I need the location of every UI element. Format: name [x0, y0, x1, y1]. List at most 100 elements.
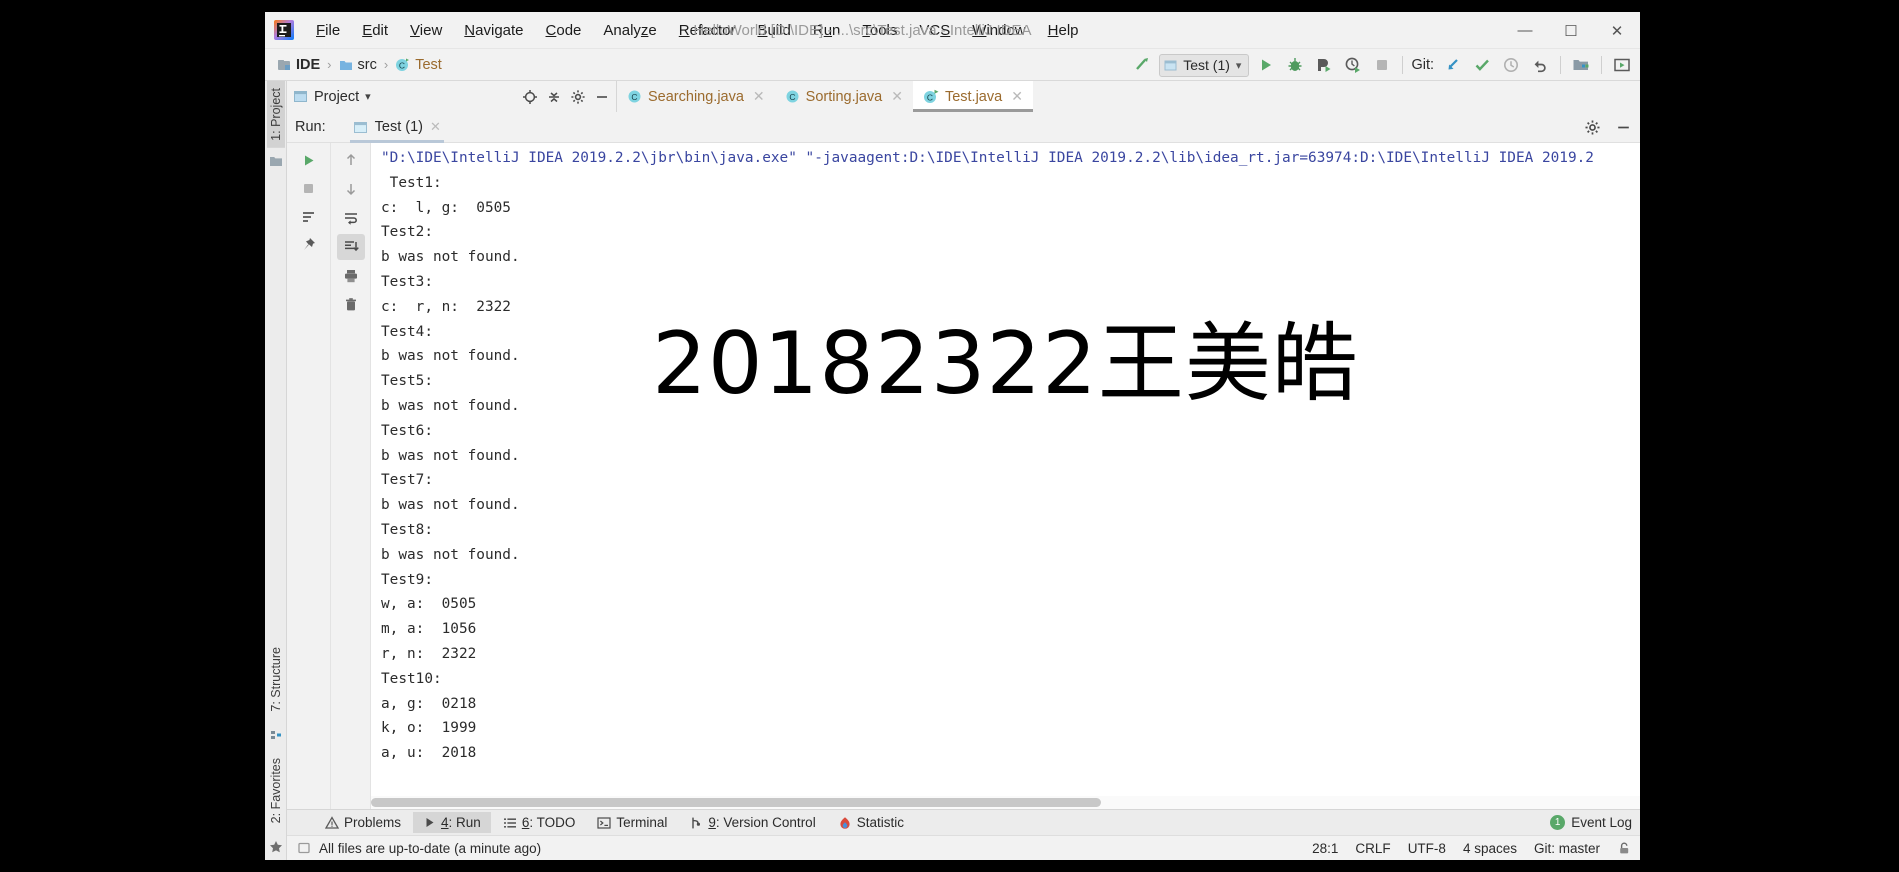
screen-root: File Edit View Navigate Code Analyze Ref… — [0, 0, 1899, 872]
editor-tab-test[interactable]: C Test.java ✕ — [912, 81, 1033, 112]
maximize-button[interactable]: ☐ — [1548, 12, 1594, 49]
close-icon[interactable]: ✕ — [430, 119, 441, 135]
content-column: Project ▾ C Searching.java ✕ C Sorting.j… — [287, 81, 1640, 860]
scroll-down-icon[interactable] — [337, 176, 365, 202]
toolbar-divider-2 — [1560, 56, 1561, 74]
breadcrumb-item-folder[interactable]: src — [335, 55, 381, 75]
project-files-icon[interactable] — [269, 154, 283, 168]
bottom-tab-label: Problems — [344, 815, 402, 830]
bottom-tab-todo[interactable]: 6: TODO — [493, 812, 586, 833]
git-branch[interactable]: Git: master — [1534, 841, 1600, 856]
menu-tools[interactable]: Tools — [851, 18, 908, 43]
menu-analyze[interactable]: Analyze — [592, 18, 667, 43]
rerun-icon[interactable] — [295, 147, 323, 173]
statistic-icon — [838, 816, 852, 830]
menu-refactor[interactable]: Refactor — [668, 18, 747, 43]
bottom-tab-statistic[interactable]: Statistic — [828, 812, 914, 833]
sidebar-item-structure[interactable]: 7: Structure — [267, 640, 285, 719]
run-tab-test[interactable]: Test (1) ✕ — [344, 112, 450, 143]
project-window-icon — [293, 89, 308, 104]
console-horizontal-scrollbar[interactable] — [371, 798, 1101, 807]
menu-help[interactable]: Help — [1037, 18, 1090, 43]
caret-position[interactable]: 28:1 — [1312, 841, 1338, 856]
pin-icon[interactable] — [295, 231, 323, 257]
close-icon[interactable]: ✕ — [891, 88, 903, 105]
hide-window-icon[interactable] — [594, 89, 610, 105]
run-tool-window-header: Run: Test (1) ✕ — [287, 112, 1640, 143]
close-icon[interactable]: ✕ — [1011, 88, 1023, 105]
tool-window-header-row: Project ▾ C Searching.java ✕ C Sorting.j… — [287, 81, 1640, 112]
filter-icon[interactable] — [295, 203, 323, 229]
breadcrumb-separator-1: › — [327, 57, 332, 72]
clear-all-icon[interactable] — [337, 292, 365, 318]
run-configuration-selector[interactable]: Test (1) ▾ — [1159, 53, 1250, 77]
project-structure-icon[interactable] — [1569, 53, 1593, 77]
editor-tab-sorting[interactable]: C Sorting.java ✕ — [775, 81, 913, 112]
run-with-coverage-icon[interactable] — [1312, 53, 1336, 77]
profiler-icon[interactable] — [1341, 53, 1365, 77]
editor-tab-searching[interactable]: C Searching.java ✕ — [617, 81, 775, 112]
menu-edit[interactable]: Edit — [351, 18, 399, 43]
sidebar-item-structure-label: 7: Structure — [268, 647, 283, 712]
close-icon[interactable]: ✕ — [753, 88, 765, 105]
bottom-tab-version-control[interactable]: 9: Version Control — [679, 812, 825, 833]
stop-icon[interactable] — [295, 175, 323, 201]
menu-run[interactable]: Run — [802, 18, 852, 43]
bottom-tab-problems[interactable]: Problems — [315, 812, 411, 833]
stop-icon[interactable] — [1370, 53, 1394, 77]
terminal-icon — [597, 816, 611, 830]
menu-view[interactable]: View — [399, 18, 453, 43]
make-project-icon[interactable] — [1130, 53, 1154, 77]
lock-icon[interactable] — [1617, 841, 1632, 856]
git-update-icon[interactable] — [1441, 53, 1465, 77]
sidebar-item-project[interactable]: 1: Project — [266, 81, 285, 148]
event-log-group[interactable]: 1 Event Log — [1550, 815, 1632, 830]
hide-window-icon[interactable] — [1615, 119, 1632, 136]
close-button[interactable]: ✕ — [1594, 12, 1640, 49]
git-rollback-icon[interactable] — [1528, 53, 1552, 77]
bottom-tab-terminal[interactable]: Terminal — [587, 812, 677, 833]
preview-icon[interactable] — [1610, 53, 1634, 77]
breadcrumb-label-folder: src — [357, 56, 377, 73]
breadcrumb-label-module: IDE — [296, 56, 321, 73]
breadcrumb-item-class[interactable]: C Test — [391, 55, 446, 75]
settings-gear-icon[interactable] — [570, 89, 586, 105]
main-area: 1: Project 7: Structure 2: Favorites Pro… — [265, 81, 1640, 860]
settings-gear-icon[interactable] — [1584, 119, 1601, 136]
collapse-all-icon[interactable] — [546, 89, 562, 105]
line-separator[interactable]: CRLF — [1355, 841, 1390, 856]
breadcrumb: IDE › src › C Test — [273, 55, 446, 75]
soft-wrap-icon[interactable] — [337, 205, 365, 231]
editor-tab-label: Test.java — [944, 88, 1003, 105]
event-log-label[interactable]: Event Log — [1571, 815, 1632, 830]
breadcrumb-item-module[interactable]: IDE — [273, 55, 324, 75]
sidebar-item-favorites[interactable]: 2: Favorites — [267, 751, 285, 830]
bottom-tab-run[interactable]: 4: Run — [413, 812, 491, 833]
bottom-tab-label: 6: TODO — [521, 815, 576, 830]
git-history-icon[interactable] — [1499, 53, 1523, 77]
debug-icon[interactable] — [1283, 53, 1307, 77]
run-config-icon — [353, 120, 368, 135]
print-icon[interactable] — [337, 263, 365, 289]
scroll-to-end-icon[interactable] — [336, 234, 365, 260]
menu-build[interactable]: Build — [746, 18, 801, 43]
project-chevron-down-icon[interactable]: ▾ — [365, 90, 371, 103]
chevron-down-icon[interactable]: ▾ — [1236, 59, 1242, 72]
file-encoding[interactable]: UTF-8 — [1408, 841, 1446, 856]
menu-window[interactable]: Window — [961, 18, 1036, 43]
intellij-logo-icon — [273, 19, 295, 41]
scroll-up-icon[interactable] — [337, 147, 365, 173]
menu-navigate[interactable]: Navigate — [453, 18, 534, 43]
git-label: Git: — [1411, 57, 1434, 73]
menu-vcs[interactable]: VCS — [908, 18, 961, 43]
console-output[interactable]: "D:\IDE\IntelliJ IDEA 2019.2.2\jbr\bin\j… — [371, 143, 1640, 809]
menu-code[interactable]: Code — [535, 18, 593, 43]
main-menu[interactable]: File Edit View Navigate Code Analyze Ref… — [305, 18, 1090, 43]
run-tool-window-label: Run: — [295, 119, 326, 135]
menu-file[interactable]: File — [305, 18, 351, 43]
minimize-button[interactable]: — — [1502, 12, 1548, 49]
locate-icon[interactable] — [522, 89, 538, 105]
indent-setting[interactable]: 4 spaces — [1463, 841, 1517, 856]
run-icon[interactable] — [1254, 53, 1278, 77]
git-commit-icon[interactable] — [1470, 53, 1494, 77]
